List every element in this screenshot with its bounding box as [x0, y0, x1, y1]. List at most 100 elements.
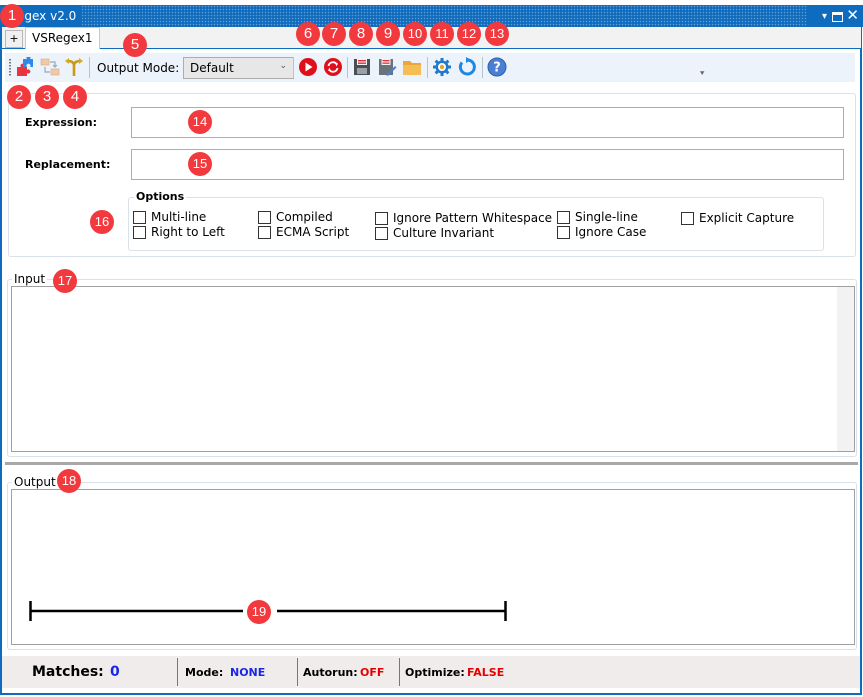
fork-icon[interactable] [64, 57, 84, 77]
autorun-label: Autorun: [303, 666, 358, 679]
toolbar-separator [89, 57, 90, 78]
option-right-to-left[interactable]: Right to Left [133, 225, 225, 239]
annotation-badge-9: 9 [376, 22, 400, 46]
toolbar-overflow-icon[interactable]: ⯆ [699, 69, 705, 79]
mode-label: Mode: [185, 666, 224, 679]
title-bar: egex v2.0 ▾ ✕ [0, 5, 863, 27]
option-ignore-pattern-whitespace[interactable]: Ignore Pattern Whitespace [375, 211, 552, 225]
checkbox[interactable] [557, 210, 570, 224]
pane-splitter[interactable] [5, 462, 858, 465]
option-label: Multi-line [151, 210, 207, 224]
annotation-badge-18: 18 [57, 469, 81, 493]
input-title: Input [12, 272, 48, 286]
annotation-badge-15: 15 [188, 152, 212, 176]
checkbox[interactable] [375, 226, 388, 240]
reload-icon[interactable] [457, 57, 477, 77]
option-label: ECMA Script [276, 225, 350, 239]
play-icon[interactable] [298, 57, 318, 77]
option-compiled[interactable]: Compiled [258, 210, 333, 224]
option-label: Single-line [575, 210, 638, 224]
input-textarea[interactable] [11, 286, 855, 452]
replacement-input[interactable] [131, 149, 844, 180]
status-separator [399, 658, 400, 686]
annotation-badge-14: 14 [188, 110, 212, 134]
option-ignore-case[interactable]: Ignore Case [557, 225, 646, 239]
maximize-icon[interactable] [832, 12, 843, 22]
window-menu-dropdown-icon[interactable]: ▾ [822, 9, 827, 25]
output-textarea[interactable] [11, 489, 855, 645]
matches-value: 0 [110, 664, 120, 680]
puzzle-icon[interactable] [15, 57, 35, 77]
status-bar: Matches: 0 Mode: NONE Autorun: OFF Optim… [2, 656, 860, 688]
refresh-circle-icon[interactable] [323, 57, 343, 77]
option-single-line[interactable]: Single-line [557, 210, 638, 224]
option-culture-invariant[interactable]: Culture Invariant [375, 226, 494, 240]
toolbar-separator [427, 57, 428, 78]
option-multiline[interactable]: Multi-line [133, 210, 206, 224]
optimize-value: FALSE [467, 666, 505, 679]
chevron-down-icon: ⌄ [279, 61, 287, 71]
annotation-badge-4: 4 [63, 85, 87, 109]
option-label: Culture Invariant [393, 226, 495, 240]
checkbox[interactable] [258, 225, 271, 239]
toolbar-separator [482, 57, 483, 78]
annotation-badge-17: 17 [53, 269, 77, 293]
floppy-edit-icon[interactable] [377, 57, 397, 77]
window-title: egex v2.0 [17, 9, 77, 23]
checkbox[interactable] [258, 210, 271, 224]
annotation-badge-10: 10 [403, 22, 427, 46]
annotation-badge-13: 13 [485, 22, 509, 46]
option-label: Ignore Pattern Whitespace [393, 211, 553, 225]
annotation-badge-1: 1 [0, 4, 24, 28]
annotation-badge-8: 8 [349, 22, 373, 46]
checkbox[interactable] [133, 210, 146, 224]
toolbar-separator [347, 57, 348, 78]
mode-value: NONE [230, 666, 266, 679]
checkbox[interactable] [681, 211, 694, 225]
replacement-label: Replacement: [25, 158, 111, 171]
output-mode-label: Output Mode: [97, 61, 180, 75]
output-title: Output [12, 475, 58, 489]
floppy-icon[interactable] [352, 57, 372, 77]
status-separator [177, 658, 178, 686]
checkbox[interactable] [375, 211, 388, 225]
checkbox[interactable] [133, 225, 146, 239]
expression-label: Expression: [25, 116, 98, 129]
output-mode-value: Default [190, 61, 234, 75]
swap-icon[interactable] [40, 57, 60, 77]
matches-label: Matches: [32, 664, 104, 680]
options-title: Options [134, 190, 187, 203]
status-separator [297, 658, 298, 686]
option-ecma-script[interactable]: ECMA Script [258, 225, 349, 239]
annotation-badge-7: 7 [322, 22, 346, 46]
annotation-badge-5: 5 [123, 33, 147, 57]
output-mode-select[interactable]: Default ⌄ [183, 57, 294, 79]
option-label: Compiled [276, 210, 333, 224]
svg-text:?: ? [493, 61, 501, 76]
toolbar: Output Mode: Default ⌄ ? ⯆ [5, 53, 855, 82]
annotation-badge-2: 2 [7, 85, 31, 109]
option-label: Right to Left [151, 225, 225, 239]
annotation-badge-3: 3 [35, 85, 59, 109]
annotation-badge-11: 11 [430, 22, 454, 46]
option-label: Explicit Capture [699, 211, 795, 225]
gear-icon[interactable] [432, 57, 452, 77]
annotation-badge-16: 16 [90, 210, 114, 234]
input-scrollbar[interactable] [837, 287, 854, 451]
toolbar-separator [293, 57, 294, 78]
autorun-value: OFF [360, 666, 385, 679]
toolbar-grip[interactable] [9, 59, 11, 77]
add-tab-button[interactable]: + [5, 30, 23, 48]
tab-vsregex1[interactable]: VSRegex1 [25, 27, 100, 49]
close-icon[interactable]: ✕ [846, 7, 859, 23]
checkbox[interactable] [557, 225, 570, 239]
annotation-badge-6: 6 [296, 22, 320, 46]
annotation-badge-19: 19 [247, 600, 271, 624]
help-icon[interactable]: ? [487, 57, 507, 77]
optimize-label: Optimize: [405, 666, 465, 679]
folder-icon[interactable] [402, 57, 422, 77]
annotation-badge-12: 12 [457, 22, 481, 46]
option-label: Ignore Case [575, 225, 647, 239]
expression-input[interactable] [131, 107, 844, 138]
option-explicit-capture[interactable]: Explicit Capture [681, 211, 794, 225]
